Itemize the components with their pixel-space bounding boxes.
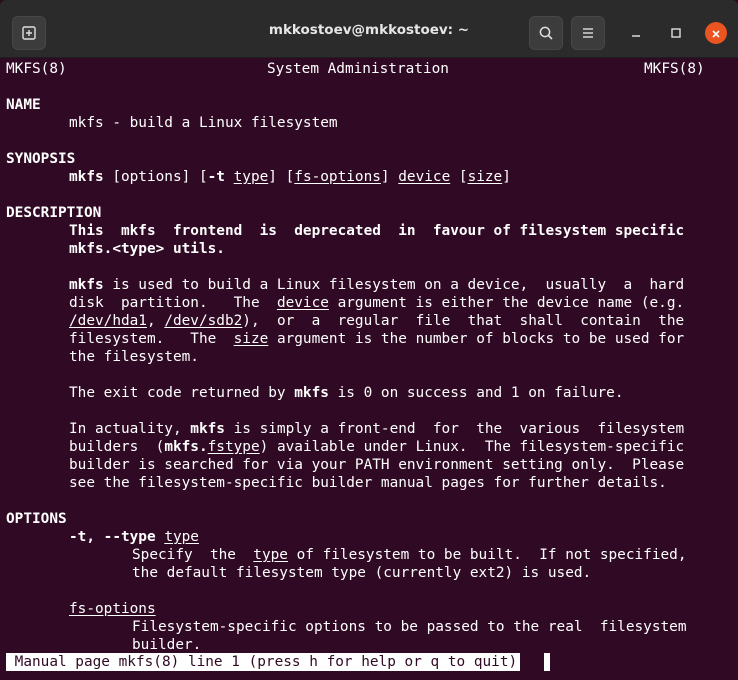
option-fs-options: fs-options	[69, 601, 156, 617]
section-heading-options: OPTIONS	[6, 511, 67, 527]
text-span: ) available under Linux. The filesystem-…	[259, 439, 685, 455]
text-span: argument is either the device name (e.g.	[328, 295, 685, 311]
maximize-button[interactable]	[665, 22, 687, 44]
size-arg: size	[233, 331, 269, 347]
section-heading-description: DESCRIPTION	[6, 205, 102, 221]
text-span: disk partition. The	[69, 295, 277, 311]
synopsis-line: mkfs [options] [-t type] [fs-options] de…	[69, 168, 511, 186]
device-path: /dev/hda1	[69, 313, 147, 329]
pager-status-line: Manual page mkfs(8) line 1 (press h for …	[6, 653, 521, 671]
minimize-button[interactable]	[625, 22, 647, 44]
device-path: /dev/sdb2	[164, 313, 243, 329]
fstype-arg: fstype	[207, 439, 260, 455]
text-span	[156, 529, 165, 545]
option-flag: -t, --type	[69, 529, 156, 545]
title-bar: mkkostoev@mkkostoev: ~	[0, 0, 738, 58]
text-span: Specify the	[132, 547, 254, 563]
option-description-line: builder.	[132, 637, 202, 653]
text-span: ), or a regular file that shall contain …	[242, 313, 685, 329]
description-line: builder is searched for via your PATH en…	[69, 457, 685, 473]
type-arg: type	[164, 529, 199, 545]
synopsis-cmd: mkfs	[69, 169, 104, 185]
option-description-line: the default filesystem type (currently e…	[132, 565, 592, 581]
cmd-name: mkfs	[294, 385, 329, 401]
synopsis-t-flag: -t	[207, 169, 225, 185]
close-icon	[711, 24, 721, 43]
option-description-line: Filesystem-specific options to be passed…	[132, 619, 687, 635]
description-line: disk partition. The device argument is e…	[69, 294, 684, 312]
text-span: In actuality,	[69, 421, 191, 437]
text-span: is used to build a Linux filesystem on a…	[103, 277, 685, 293]
section-heading-synopsis: SYNOPSIS	[6, 151, 76, 167]
text-span: is 0 on success and 1 on failure.	[328, 385, 624, 401]
description-line: In actuality, mkfs is simply a front-end…	[69, 420, 684, 438]
man-header-left: MKFS(8)	[6, 61, 67, 77]
description-line: /dev/hda1, /dev/sdb2), or a regular file…	[69, 312, 684, 330]
search-icon	[538, 25, 554, 41]
section-heading-name: NAME	[6, 97, 41, 113]
text-span: ,	[146, 313, 165, 329]
description-line: builders (mkfs.fstype) available under L…	[69, 438, 684, 456]
close-button[interactable]	[705, 22, 727, 44]
synopsis-device-arg: device	[398, 169, 451, 185]
synopsis-text: [	[450, 169, 468, 185]
text-span: builders (	[69, 439, 165, 455]
terminal-content[interactable]: MKFS(8) System Administration MKFS(8) NA…	[0, 58, 738, 680]
cmd-name: mkfs	[190, 421, 225, 437]
name-text: mkfs - build a Linux filesystem	[69, 115, 338, 131]
synopsis-type-arg: type	[233, 169, 269, 185]
man-header-center: System Administration	[267, 61, 449, 77]
synopsis-text: ] [	[268, 169, 295, 185]
option-type-line: -t, --type type	[69, 528, 199, 546]
synopsis-fs-options-arg: fs-options	[294, 169, 381, 185]
exit-code-line: The exit code returned by mkfs is 0 on s…	[69, 384, 624, 402]
deprecation-notice-line-2: mkfs.<type> utils.	[69, 241, 225, 257]
text-span: filesystem. The	[69, 331, 234, 347]
terminal-window: mkkostoev@mkkostoev: ~ MKFS(8) System Ad…	[0, 0, 738, 680]
search-button[interactable]	[529, 16, 563, 50]
text-span: argument is the number of blocks to be u…	[268, 331, 685, 347]
hamburger-menu-icon	[581, 27, 595, 39]
synopsis-text: ]	[502, 169, 511, 185]
text-span: is simply a front-end for the various fi…	[224, 421, 685, 437]
text-span: The exit code returned by	[69, 385, 295, 401]
deprecation-notice-line-1: This mkfs frontend is deprecated in favo…	[69, 223, 685, 239]
synopsis-text: ]	[380, 169, 399, 185]
device-arg: device	[276, 295, 329, 311]
cmd-name: mkfs	[69, 277, 104, 293]
description-line: the filesystem.	[69, 349, 199, 365]
description-line: mkfs is used to build a Linux filesystem…	[69, 276, 684, 294]
text-span: of filesystem to be built. If not specif…	[287, 547, 687, 563]
synopsis-size-arg: size	[467, 169, 503, 185]
description-line: see the filesystem-specific builder manu…	[69, 475, 667, 491]
menu-button[interactable]	[571, 16, 605, 50]
synopsis-text: [options] [	[103, 169, 208, 185]
type-arg: type	[253, 547, 288, 563]
man-header-right: MKFS(8)	[644, 61, 705, 77]
description-line: filesystem. The size argument is the num…	[69, 330, 684, 348]
minimize-icon	[630, 24, 642, 43]
synopsis-text	[225, 169, 234, 185]
option-description-line: Specify the type of filesystem to be bui…	[132, 546, 687, 564]
maximize-icon	[670, 24, 682, 43]
terminal-cursor	[544, 653, 550, 671]
cmd-name: mkfs.	[164, 439, 208, 455]
